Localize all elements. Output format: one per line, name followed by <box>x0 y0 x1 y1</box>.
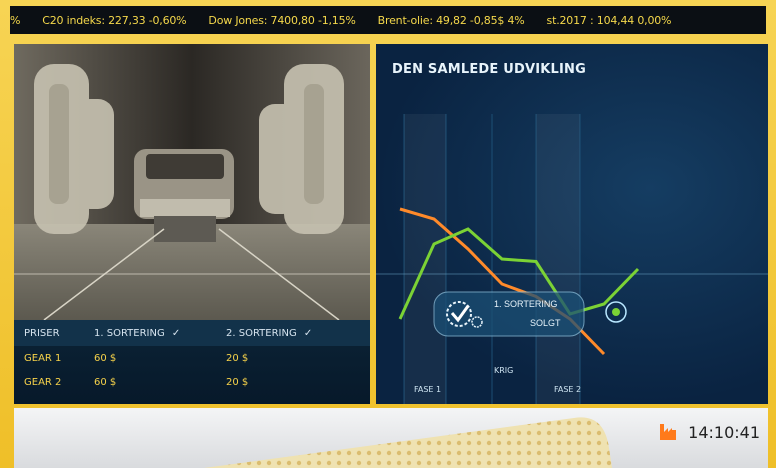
header-prices: PRISER <box>24 327 60 339</box>
check-icon: ✓ <box>303 327 313 339</box>
phase-label: KRIG <box>494 366 514 375</box>
ticker-item: Brent-olie: 49,82 -0,85$ 4% <box>377 13 525 27</box>
price-table: PRISER 1. SORTERING ✓ 2. SORTERING ✓ GEA… <box>14 320 370 404</box>
row-sort-2-value: 20 $ <box>226 352 249 364</box>
header-sort-1-label: 1. SORTERING <box>94 327 165 339</box>
factory-photo <box>14 44 370 320</box>
row-sort-1-value: 60 $ <box>94 376 117 388</box>
callout-title: 1. SORTERING <box>494 299 557 309</box>
table-header: PRISER 1. SORTERING ✓ 2. SORTERING ✓ <box>14 320 370 346</box>
ticker-item: C20 indeks: 227,33 -0,60% <box>42 13 187 27</box>
stock-ticker: % C20 indeks: 227,33 -0,60% Dow Jones: 7… <box>10 6 766 34</box>
development-chart-panel: DEN SAMLEDE UDVIKLING 1. SORTERING SOLGT <box>376 44 768 404</box>
patterned-shape <box>204 417 612 468</box>
row-sort-2-value: 20 $ <box>226 376 249 388</box>
row-label: GEAR 1 <box>24 352 62 364</box>
factory-icon <box>658 422 678 442</box>
table-row: GEAR 1 60 $ 20 $ <box>14 346 370 370</box>
phase-label: FASE 1 <box>414 385 442 394</box>
table-row: GEAR 2 60 $ 20 $ <box>14 370 370 394</box>
clock-time: 14:10:41 <box>688 422 760 442</box>
factory-panel: PRISER 1. SORTERING ✓ 2. SORTERING ✓ GEA… <box>14 44 370 404</box>
factory-photo-illustration <box>14 44 370 320</box>
phase-label: FASE 2 <box>554 385 582 394</box>
bottom-status-bar: 14:10:41 <box>14 408 768 468</box>
phase-band <box>404 114 446 404</box>
header-sort-2-label: 2. SORTERING <box>226 327 297 339</box>
phase-band <box>536 114 580 404</box>
row-label: GEAR 2 <box>24 376 62 388</box>
clock: 14:10:41 <box>658 422 760 442</box>
header-sort-1: 1. SORTERING ✓ <box>94 328 226 339</box>
ticker-item: % <box>10 13 21 27</box>
chart-title: DEN SAMLEDE UDVIKLING <box>392 62 586 77</box>
ticker-item: Dow Jones: 7400,80 -1,15% <box>208 13 356 27</box>
ticker-item: st.2017 : 104,44 0,00% <box>546 13 672 27</box>
sorting-callout: 1. SORTERING SOLGT <box>433 291 585 337</box>
check-icon: ✓ <box>171 327 181 339</box>
header-sort-2: 2. SORTERING ✓ <box>226 328 346 339</box>
row-sort-1-value: 60 $ <box>94 352 117 364</box>
development-chart: 1. SORTERING SOLGT <box>376 114 768 404</box>
endpoint-dot <box>612 308 620 316</box>
callout-status: SOLGT <box>530 318 561 328</box>
